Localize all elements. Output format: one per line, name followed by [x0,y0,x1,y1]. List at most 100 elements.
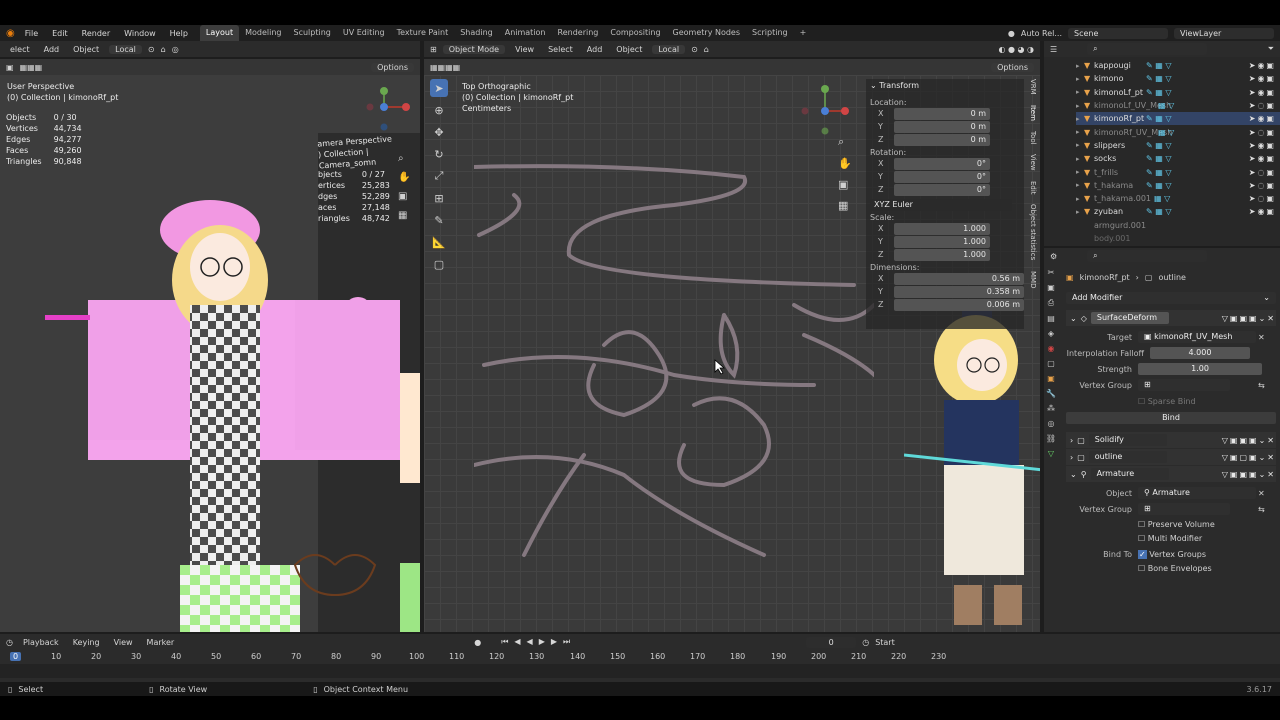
dimension-z-field[interactable]: 0.006 m [894,298,1024,311]
rotation-y-field[interactable]: 0° [894,170,990,183]
visibility-icons[interactable]: ➤◌▣ [1249,168,1276,177]
sparse-bind-checkbox[interactable]: ☐ Sparse Bind [1138,397,1196,406]
menu-edit[interactable]: Edit [46,29,74,38]
editor-type-icon[interactable]: ⊞ [430,45,437,54]
playback-controls[interactable]: ⏮◀◀▶▶⏭ [501,637,576,647]
solidify-header[interactable]: › ▢ Solidify ▽▣▣▣⌄✕ [1066,432,1276,448]
annotate-tool-icon[interactable]: ✎ [430,211,448,229]
select-tool-icon[interactable]: ➤ [430,79,448,97]
tab-view[interactable]: View [1029,154,1037,171]
surface-deform-header[interactable]: ⌄ ◇ SurfaceDeform ▽▣▣▣⌄✕ [1066,310,1276,326]
list-item[interactable]: ▸ ▼ kimonoRf_pt ✎ ▦ ▽ ➤◉▣ [1076,112,1280,126]
zoom-icon[interactable]: ⌕ [398,153,410,164]
visibility-icons[interactable]: ➤◌▣ [1249,128,1276,137]
transform-header[interactable]: ⌄ Transform [866,79,1024,92]
tab-animation[interactable]: Animation [499,25,552,41]
list-item[interactable]: body.001 [1076,232,1280,245]
dimension-x-field[interactable]: 0.56 m [894,272,1024,285]
character-model[interactable] [40,185,420,632]
add-menu[interactable]: Add [583,45,607,54]
list-item[interactable]: ▸ ▼ socks ✎ ▦ ▽ ➤◉▣ [1076,152,1280,165]
visibility-icons[interactable]: ➤◉▣ [1249,88,1276,97]
modifier-toggle-icons[interactable]: ▽▣▣▣⌄✕ [1222,314,1276,323]
outliner-editor-icon[interactable]: ☰ [1050,45,1057,54]
view-layer-tab-icon[interactable]: ▤ [1047,314,1055,323]
scale-x-field[interactable]: 1.000 [894,222,990,235]
move-tool-icon[interactable]: ✥ [430,123,448,141]
tab-rendering[interactable]: Rendering [552,25,605,41]
object-menu[interactable]: Object [612,45,646,54]
timeline-track[interactable] [0,664,1280,678]
snap-icon[interactable]: ⌂ [704,45,709,54]
playback-menu[interactable]: Playback [19,638,63,647]
left-orientation-dropdown[interactable]: Local [109,44,142,54]
armature-header[interactable]: ⌄ ⚲ Armature ▽▣▣▣⌄✕ [1066,466,1276,482]
list-item[interactable]: ▸ ▼ kimonoRf_UV_Mesh ▦ ▽ ➤◌▣ [1076,125,1280,138]
falloff-field[interactable]: 4.000 [1150,347,1250,359]
rotation-x-field[interactable]: 0° [894,157,990,170]
close-icon[interactable]: ✕ [1258,333,1265,342]
menu-render[interactable]: Render [76,29,116,38]
multi-modifier-checkbox[interactable]: ☐ Multi Modifier [1138,534,1202,543]
visibility-icons[interactable]: ➤◌▣ [1249,194,1276,203]
list-item[interactable]: ▸ ▼ kimono ✎ ▦ ▽ ➤◉▣ [1076,72,1280,85]
left-options-button[interactable]: Options [371,62,414,72]
list-item[interactable]: ▸ ▼ zyuban ✎ ▦ ▽ ➤◉▣ [1076,205,1280,218]
menu-file[interactable]: File [19,29,44,38]
properties-search-input[interactable]: ⌕ [1087,250,1208,262]
tab-shading[interactable]: Shading [454,25,499,41]
target-field[interactable]: ▣ kimonoRf_UV_Mesh [1138,331,1256,343]
tab-vrm[interactable]: VRM [1029,79,1037,95]
left-viewport[interactable]: User Perspective (0) Collection | kimono… [0,75,420,632]
right-options-button[interactable]: Options [991,62,1034,72]
add-workspace-button[interactable]: + [794,25,813,41]
zoom-icon[interactable]: ⌕ [838,135,852,149]
tab-item[interactable]: Item [1029,105,1037,121]
tab-tool[interactable]: Tool [1029,131,1037,145]
menu-window[interactable]: Window [118,29,162,38]
grid-icon[interactable]: ▦ [838,199,852,212]
menu-help[interactable]: Help [164,29,194,38]
modifier-tab-icon[interactable]: 🔧 [1046,389,1056,398]
outline-header[interactable]: › ▢ outline ▽▣▢▣⌄✕ [1066,449,1276,465]
scale-tool-icon[interactable]: ⤢ [430,167,448,185]
outline-name[interactable]: outline [1088,451,1167,463]
select-mode-icons[interactable]: ▦▦▦▦ [430,63,460,72]
tab-texture-paint[interactable]: Texture Paint [391,25,455,41]
visibility-icons[interactable]: ➤◌▣ [1249,181,1276,190]
bind-button[interactable]: Bind [1066,412,1276,424]
visibility-icons[interactable]: ➤◌▣ [1249,101,1276,110]
current-frame-field[interactable]: 0 [806,636,857,648]
outliner-search-input[interactable]: ⌕ [1087,43,1208,55]
constraints-tab-icon[interactable]: ⛓ [1046,434,1056,443]
particles-tab-icon[interactable]: ⁂ [1047,404,1055,413]
output-tab-icon[interactable]: ⎙ [1048,298,1054,308]
armature-vgroup-field[interactable]: ⊞ [1138,503,1230,515]
record-icon[interactable]: ● [474,638,481,647]
scene-selector[interactable]: Scene [1068,27,1168,39]
visibility-icons[interactable]: ➤◉▣ [1249,114,1276,123]
view-layer-selector[interactable]: ViewLayer [1174,27,1274,39]
rotate-tool-icon[interactable]: ↻ [430,145,448,163]
proportional-icon[interactable]: ◎ [172,45,179,54]
swap-icon[interactable]: ⇆ [1258,381,1265,390]
tab-scripting[interactable]: Scripting [746,25,794,41]
clock-icon[interactable]: ◷ [6,638,13,647]
timeline-view-menu[interactable]: View [110,638,137,647]
list-item[interactable]: ▸ ▼ t_frills ✎ ▦ ▽ ➤◌▣ [1076,165,1280,178]
tab-sculpting[interactable]: Sculpting [288,25,337,41]
auto-rel-button[interactable]: Auto Rel... [1021,29,1062,38]
shading-icons[interactable]: ◐ ● ◕ ◑ [998,45,1034,54]
modifier-toggle-icons[interactable]: ▽▣▢▣⌄✕ [1222,453,1276,462]
list-item[interactable]: ▸ ▼ kappougi ✎ ▦ ▽ ➤◉▣ [1076,59,1280,72]
list-item[interactable]: armgurd.001 [1076,219,1280,232]
tab-compositing[interactable]: Compositing [604,25,666,41]
right-nav-gizmo[interactable] [799,83,855,139]
visibility-icons[interactable]: ➤◉▣ [1249,74,1276,83]
physics-tab-icon[interactable]: ◎ [1048,419,1055,428]
hand-icon[interactable]: ✋ [398,172,410,183]
close-icon[interactable]: ✕ [1258,489,1265,498]
properties-editor-icon[interactable]: ⚙ [1050,252,1057,261]
list-item[interactable]: ▸ ▼ kimonoLf_UV_Mesh ▦ ▽ ➤◌▣ [1076,99,1280,112]
rotation-z-field[interactable]: 0° [894,183,990,196]
